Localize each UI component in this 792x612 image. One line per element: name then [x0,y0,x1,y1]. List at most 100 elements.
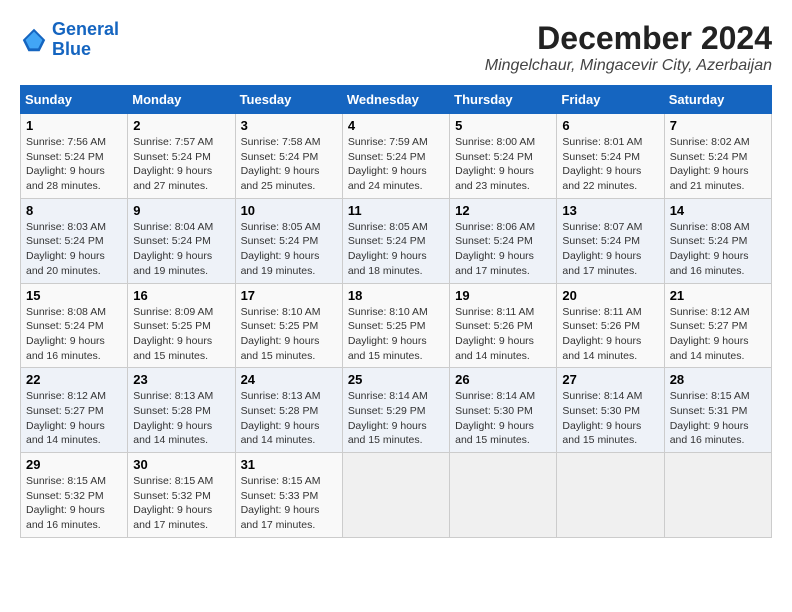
day-info: Sunrise: 8:10 AMSunset: 5:25 PMDaylight:… [348,305,444,364]
day-info: Sunrise: 8:08 AMSunset: 5:24 PMDaylight:… [670,220,766,279]
day-info: Sunrise: 8:11 AMSunset: 5:26 PMDaylight:… [455,305,551,364]
day-number: 4 [348,118,444,133]
weekday-header-wednesday: Wednesday [342,86,449,114]
calendar-day-cell: 7 Sunrise: 8:02 AMSunset: 5:24 PMDaylight… [664,114,771,199]
header: General Blue December 2024 Mingelchaur, … [20,20,772,75]
day-info: Sunrise: 8:10 AMSunset: 5:25 PMDaylight:… [241,305,337,364]
day-number: 28 [670,372,766,387]
subtitle: Mingelchaur, Mingacevir City, Azerbaijan [485,57,772,75]
day-number: 11 [348,203,444,218]
day-number: 30 [133,457,229,472]
day-number: 13 [562,203,658,218]
day-info: Sunrise: 8:02 AMSunset: 5:24 PMDaylight:… [670,135,766,194]
day-info: Sunrise: 8:15 AMSunset: 5:33 PMDaylight:… [241,474,337,533]
day-number: 6 [562,118,658,133]
calendar-day-cell: 22 Sunrise: 8:12 AMSunset: 5:27 PMDayligh… [21,368,128,453]
calendar-day-cell: 2Sunrise: 7:57 AMSunset: 5:24 PMDaylight… [128,114,235,199]
calendar-day-cell: 10 Sunrise: 8:05 AMSunset: 5:24 PMDayligh… [235,198,342,283]
calendar-week-row: 1 Sunrise: 7:56 AMSunset: 5:24 PMDaylight… [21,114,772,199]
calendar-day-cell: 25 Sunrise: 8:14 AMSunset: 5:29 PMDayligh… [342,368,449,453]
logo: General Blue [20,20,119,60]
calendar-day-cell: 17 Sunrise: 8:10 AMSunset: 5:25 PMDayligh… [235,283,342,368]
day-number: 10 [241,203,337,218]
calendar-week-row: 29 Sunrise: 8:15 AMSunset: 5:32 PMDayligh… [21,453,772,538]
day-number: 23 [133,372,229,387]
calendar-day-cell [557,453,664,538]
day-info: Sunrise: 8:15 AMSunset: 5:32 PMDaylight:… [26,474,122,533]
day-number: 16 [133,288,229,303]
calendar-day-cell: 23 Sunrise: 8:13 AMSunset: 5:28 PMDayligh… [128,368,235,453]
day-number: 22 [26,372,122,387]
calendar-day-cell: 8Sunrise: 8:03 AMSunset: 5:24 PMDaylight… [21,198,128,283]
logo-general: General [52,19,119,39]
weekday-header-row: SundayMondayTuesdayWednesdayThursdayFrid… [21,86,772,114]
weekday-header-thursday: Thursday [450,86,557,114]
calendar-table: SundayMondayTuesdayWednesdayThursdayFrid… [20,85,772,538]
calendar-day-cell: 11 Sunrise: 8:05 AMSunset: 5:24 PMDayligh… [342,198,449,283]
weekday-header-saturday: Saturday [664,86,771,114]
day-number: 19 [455,288,551,303]
calendar-day-cell: 13 Sunrise: 8:07 AMSunset: 5:24 PMDayligh… [557,198,664,283]
day-number: 14 [670,203,766,218]
day-number: 26 [455,372,551,387]
calendar-week-row: 22 Sunrise: 8:12 AMSunset: 5:27 PMDayligh… [21,368,772,453]
main-title: December 2024 [485,20,772,57]
calendar-day-cell: 26 Sunrise: 8:14 AMSunset: 5:30 PMDayligh… [450,368,557,453]
day-info: Sunrise: 8:07 AMSunset: 5:24 PMDaylight:… [562,220,658,279]
day-number: 1 [26,118,122,133]
day-number: 5 [455,118,551,133]
calendar-day-cell: 16 Sunrise: 8:09 AMSunset: 5:25 PMDayligh… [128,283,235,368]
day-info: Sunrise: 8:01 AMSunset: 5:24 PMDaylight:… [562,135,658,194]
day-number: 7 [670,118,766,133]
calendar-day-cell [664,453,771,538]
calendar-day-cell: 24Sunrise: 8:13 AMSunset: 5:28 PMDayligh… [235,368,342,453]
title-area: December 2024 Mingelchaur, Mingacevir Ci… [485,20,772,75]
day-number: 12 [455,203,551,218]
day-number: 31 [241,457,337,472]
day-info: Sunrise: 8:05 AMSunset: 5:24 PMDaylight:… [241,220,337,279]
calendar-day-cell: 29 Sunrise: 8:15 AMSunset: 5:32 PMDayligh… [21,453,128,538]
day-info: Sunrise: 8:08 AMSunset: 5:24 PMDaylight:… [26,305,122,364]
calendar-day-cell: 19 Sunrise: 8:11 AMSunset: 5:26 PMDayligh… [450,283,557,368]
day-info: Sunrise: 8:13 AMSunset: 5:28 PMDaylight:… [241,389,337,448]
calendar-day-cell: 18 Sunrise: 8:10 AMSunset: 5:25 PMDayligh… [342,283,449,368]
day-info: Sunrise: 8:04 AMSunset: 5:24 PMDaylight:… [133,220,229,279]
logo-text: General Blue [52,20,119,60]
day-info: Sunrise: 8:14 AMSunset: 5:30 PMDaylight:… [455,389,551,448]
day-number: 3 [241,118,337,133]
calendar-day-cell: 6 Sunrise: 8:01 AMSunset: 5:24 PMDaylight… [557,114,664,199]
day-number: 25 [348,372,444,387]
day-number: 21 [670,288,766,303]
weekday-header-monday: Monday [128,86,235,114]
calendar-week-row: 8Sunrise: 8:03 AMSunset: 5:24 PMDaylight… [21,198,772,283]
day-number: 18 [348,288,444,303]
day-number: 29 [26,457,122,472]
calendar-week-row: 15 Sunrise: 8:08 AMSunset: 5:24 PMDayligh… [21,283,772,368]
calendar-day-cell: 28 Sunrise: 8:15 AMSunset: 5:31 PMDayligh… [664,368,771,453]
day-info: Sunrise: 8:05 AMSunset: 5:24 PMDaylight:… [348,220,444,279]
day-number: 17 [241,288,337,303]
day-info: Sunrise: 8:14 AMSunset: 5:29 PMDaylight:… [348,389,444,448]
day-number: 15 [26,288,122,303]
logo-blue: Blue [52,39,91,59]
calendar-day-cell: 9Sunrise: 8:04 AMSunset: 5:24 PMDaylight… [128,198,235,283]
calendar-day-cell: 5 Sunrise: 8:00 AMSunset: 5:24 PMDaylight… [450,114,557,199]
calendar-day-cell: 4 Sunrise: 7:59 AMSunset: 5:24 PMDaylight… [342,114,449,199]
day-info: Sunrise: 7:56 AMSunset: 5:24 PMDaylight:… [26,135,122,194]
day-info: Sunrise: 8:09 AMSunset: 5:25 PMDaylight:… [133,305,229,364]
weekday-header-friday: Friday [557,86,664,114]
day-info: Sunrise: 8:15 AMSunset: 5:31 PMDaylight:… [670,389,766,448]
day-info: Sunrise: 8:03 AMSunset: 5:24 PMDaylight:… [26,220,122,279]
day-info: Sunrise: 8:14 AMSunset: 5:30 PMDaylight:… [562,389,658,448]
calendar-day-cell: 31 Sunrise: 8:15 AMSunset: 5:33 PMDayligh… [235,453,342,538]
day-info: Sunrise: 8:12 AMSunset: 5:27 PMDaylight:… [26,389,122,448]
day-info: Sunrise: 8:00 AMSunset: 5:24 PMDaylight:… [455,135,551,194]
calendar-day-cell: 21Sunrise: 8:12 AMSunset: 5:27 PMDayligh… [664,283,771,368]
day-info: Sunrise: 7:57 AMSunset: 5:24 PMDaylight:… [133,135,229,194]
day-info: Sunrise: 7:59 AMSunset: 5:24 PMDaylight:… [348,135,444,194]
day-number: 20 [562,288,658,303]
weekday-header-tuesday: Tuesday [235,86,342,114]
calendar-day-cell: 15 Sunrise: 8:08 AMSunset: 5:24 PMDayligh… [21,283,128,368]
day-info: Sunrise: 8:13 AMSunset: 5:28 PMDaylight:… [133,389,229,448]
day-info: Sunrise: 8:11 AMSunset: 5:26 PMDaylight:… [562,305,658,364]
